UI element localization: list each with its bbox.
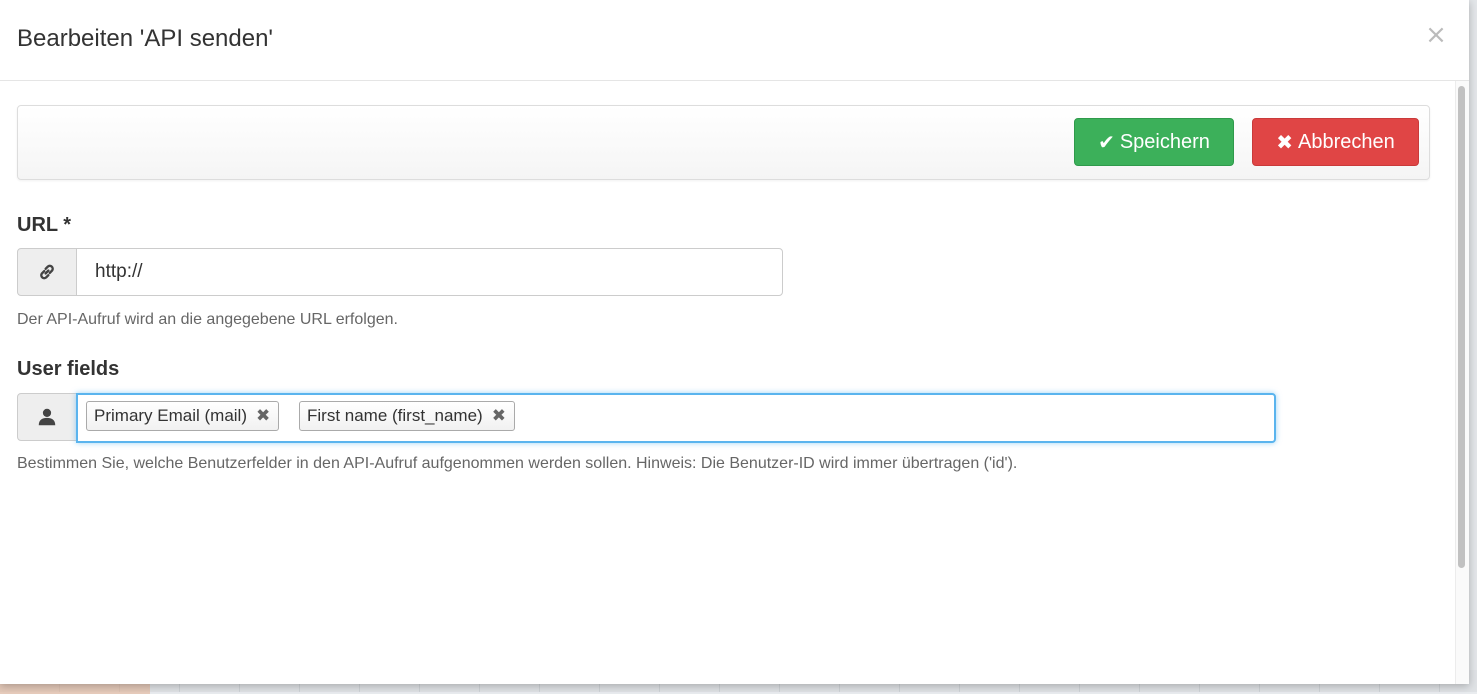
scrollbar-thumb[interactable] (1458, 86, 1465, 568)
cancel-button-label: Abbrechen (1298, 130, 1395, 153)
modal-body: ✔ Speichern ✖ Abbrechen URL * Der API-Au… (0, 81, 1455, 684)
modal-title: Bearbeiten 'API senden' (17, 25, 274, 52)
x-icon: ✖ (1276, 130, 1293, 154)
user-fields-tag-input[interactable]: Primary Email (mail) ✖ First name (first… (76, 393, 1276, 443)
tag-label: First name (first_name) (307, 406, 483, 425)
url-input[interactable] (76, 248, 783, 296)
link-icon (17, 248, 77, 296)
checkmark-icon: ✔ (1098, 130, 1115, 154)
action-toolbar: ✔ Speichern ✖ Abbrechen (17, 105, 1430, 180)
tag-first-name: First name (first_name) ✖ (299, 401, 515, 431)
remove-tag-icon[interactable]: ✖ (256, 406, 270, 426)
user-fields-help-text: Bestimmen Sie, welche Benutzerfelder in … (17, 455, 1018, 472)
user-fields-label: User fields (17, 358, 120, 380)
user-icon-svg (38, 408, 56, 426)
save-button[interactable]: ✔ Speichern (1074, 118, 1234, 166)
modal-header: Bearbeiten 'API senden' × (0, 0, 1469, 81)
remove-tag-icon[interactable]: ✖ (492, 406, 506, 426)
url-label: URL * (17, 214, 72, 236)
edit-modal: Bearbeiten 'API senden' × ✔ Speichern ✖ … (0, 0, 1469, 684)
close-icon[interactable]: × (1424, 20, 1448, 50)
user-icon (17, 393, 77, 441)
tag-primary-email: Primary Email (mail) ✖ (86, 401, 280, 431)
cancel-button[interactable]: ✖ Abbrechen (1252, 118, 1419, 166)
url-help-text: Der API-Aufruf wird an die angegebene UR… (17, 311, 398, 328)
tag-label: Primary Email (mail) (94, 406, 247, 425)
link-icon-svg (40, 264, 54, 280)
save-button-label: Speichern (1119, 130, 1210, 153)
